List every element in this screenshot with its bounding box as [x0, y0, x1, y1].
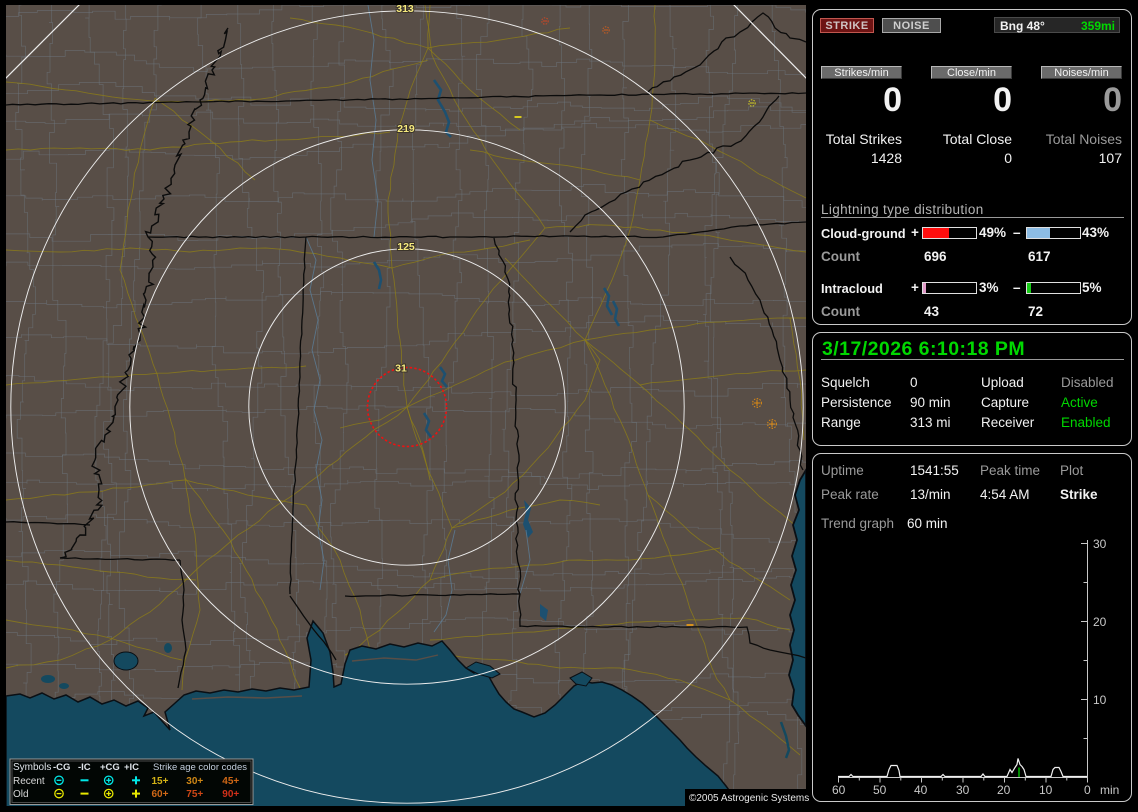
svg-text:40: 40	[914, 783, 928, 797]
svg-text:30: 30	[956, 783, 970, 797]
svg-text:Old: Old	[13, 789, 29, 800]
svg-text:15+: 15+	[152, 776, 169, 787]
svg-text:min: min	[1100, 783, 1119, 797]
svg-text:-IC: -IC	[78, 762, 91, 773]
svg-text:10: 10	[1093, 693, 1107, 707]
svg-text:Strike age color codes: Strike age color codes	[153, 762, 247, 773]
svg-text:90+: 90+	[222, 789, 239, 800]
svg-text:219: 219	[397, 123, 415, 135]
svg-text:31: 31	[395, 363, 407, 375]
svg-text:30+: 30+	[186, 776, 203, 787]
svg-text:©2005 Astrogenic Systems: ©2005 Astrogenic Systems	[689, 793, 809, 804]
svg-text:125: 125	[397, 241, 415, 253]
svg-text:10: 10	[1039, 783, 1053, 797]
svg-text:30: 30	[1093, 537, 1107, 551]
svg-text:-CG: -CG	[53, 762, 70, 773]
svg-text:20: 20	[1093, 615, 1107, 629]
svg-text:50: 50	[873, 783, 887, 797]
svg-text:+CG: +CG	[100, 762, 120, 773]
svg-text:0: 0	[1084, 783, 1091, 797]
svg-text:Recent: Recent	[13, 776, 45, 787]
svg-text:Symbols: Symbols	[13, 762, 51, 773]
svg-text:20: 20	[997, 783, 1011, 797]
svg-text:60+: 60+	[152, 789, 169, 800]
svg-text:75+: 75+	[186, 789, 203, 800]
svg-text:60: 60	[832, 783, 846, 797]
svg-text:+IC: +IC	[124, 762, 139, 773]
svg-text:45+: 45+	[222, 776, 239, 787]
